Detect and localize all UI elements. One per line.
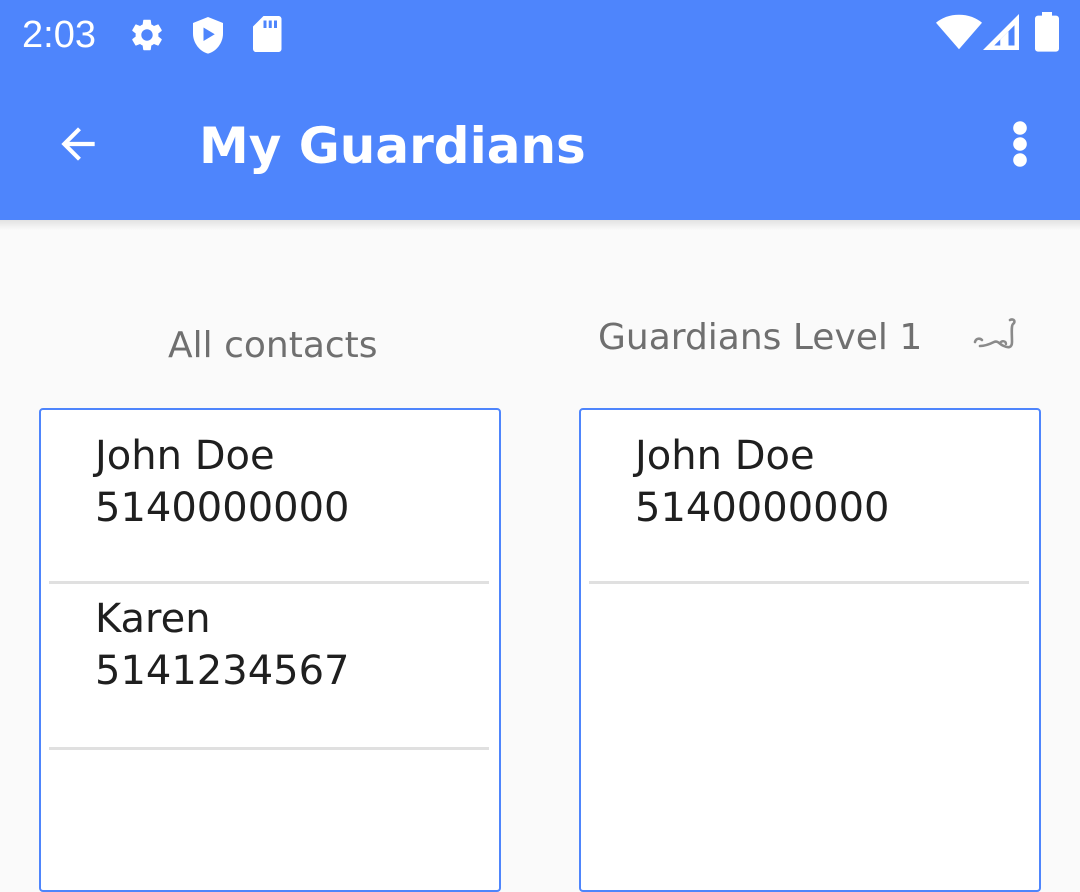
more-vert-icon xyxy=(1013,121,1027,167)
guardians-list[interactable]: John Doe 5140000000 xyxy=(579,408,1041,892)
contact-name: Karen xyxy=(95,596,211,642)
back-button[interactable] xyxy=(40,106,116,182)
status-bar: 2:03 xyxy=(0,0,1080,72)
contact-phone: 5141234567 xyxy=(95,648,350,694)
app-bar: My Guardians xyxy=(0,72,1080,220)
guardian-phone: 5140000000 xyxy=(635,485,890,531)
list-item[interactable]: John Doe 5140000000 xyxy=(589,414,1029,588)
all-contacts-heading: All contacts xyxy=(168,325,378,366)
guardians-level-heading: Guardians Level 1 xyxy=(598,317,923,358)
cell-signal-icon xyxy=(983,14,1019,50)
settings-gear-icon xyxy=(132,19,162,51)
wifi-icon xyxy=(936,14,982,50)
battery-icon xyxy=(1035,12,1059,52)
overflow-menu-button[interactable] xyxy=(990,106,1050,182)
arrow-back-icon xyxy=(61,127,95,161)
contact-phone: 5140000000 xyxy=(95,485,350,531)
broken-glyph-icon xyxy=(973,318,1016,349)
list-item[interactable]: Karen 5141234567 xyxy=(49,581,489,755)
guardian-name: John Doe xyxy=(635,433,815,479)
contact-name: John Doe xyxy=(95,433,275,479)
shield-play-icon xyxy=(193,17,223,54)
page-title: My Guardians xyxy=(199,117,586,175)
list-item[interactable]: John Doe 5140000000 xyxy=(49,414,489,588)
list-divider xyxy=(589,581,1029,584)
status-time: 2:03 xyxy=(22,14,96,56)
app-bar-shadow xyxy=(0,220,1080,230)
all-contacts-list[interactable]: John Doe 5140000000 Karen 5141234567 xyxy=(39,408,501,892)
list-divider xyxy=(49,747,489,750)
sd-card-icon xyxy=(253,16,282,52)
